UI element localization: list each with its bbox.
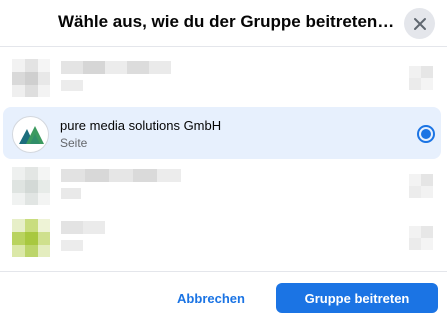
cancel-button[interactable]: Abbrechen [168,284,254,312]
dialog-footer: Abbrechen Gruppe beitreten [0,271,447,321]
blurred-subtitle [61,240,83,251]
mountain-logo-icon [19,126,44,144]
blurred-radio [409,174,433,198]
blurred-avatar [12,59,50,97]
blurred-subtitle [61,80,83,91]
identity-option-1[interactable] [3,52,441,104]
identity-option-4[interactable] [3,212,441,264]
blurred-subtitle [61,188,81,199]
join-group-button[interactable]: Gruppe beitreten [276,283,438,313]
close-button[interactable] [404,8,435,39]
blurred-avatar [12,219,50,257]
blurred-name [61,169,181,182]
blurred-radio [409,66,433,90]
blurred-name [61,61,171,74]
blurred-radio [409,226,433,250]
selected-radio-button[interactable] [417,125,435,143]
option-type: Seite [60,136,88,150]
join-group-dialog: Wähle aus, wie du der Gruppe beitreten… [0,0,447,321]
page-avatar [12,116,49,153]
dialog-title: Wähle aus, wie du der Gruppe beitreten… [58,12,395,31]
blurred-avatar [12,167,50,205]
radio-dot [421,129,431,139]
option-name: pure media solutions GmbH [60,118,222,133]
identity-option-page[interactable]: pure media solutions GmbH Seite [3,107,441,159]
identity-option-3[interactable] [3,160,441,212]
blurred-name [61,221,105,234]
dialog-header: Wähle aus, wie du der Gruppe beitreten… [0,0,447,47]
close-icon [413,17,426,30]
